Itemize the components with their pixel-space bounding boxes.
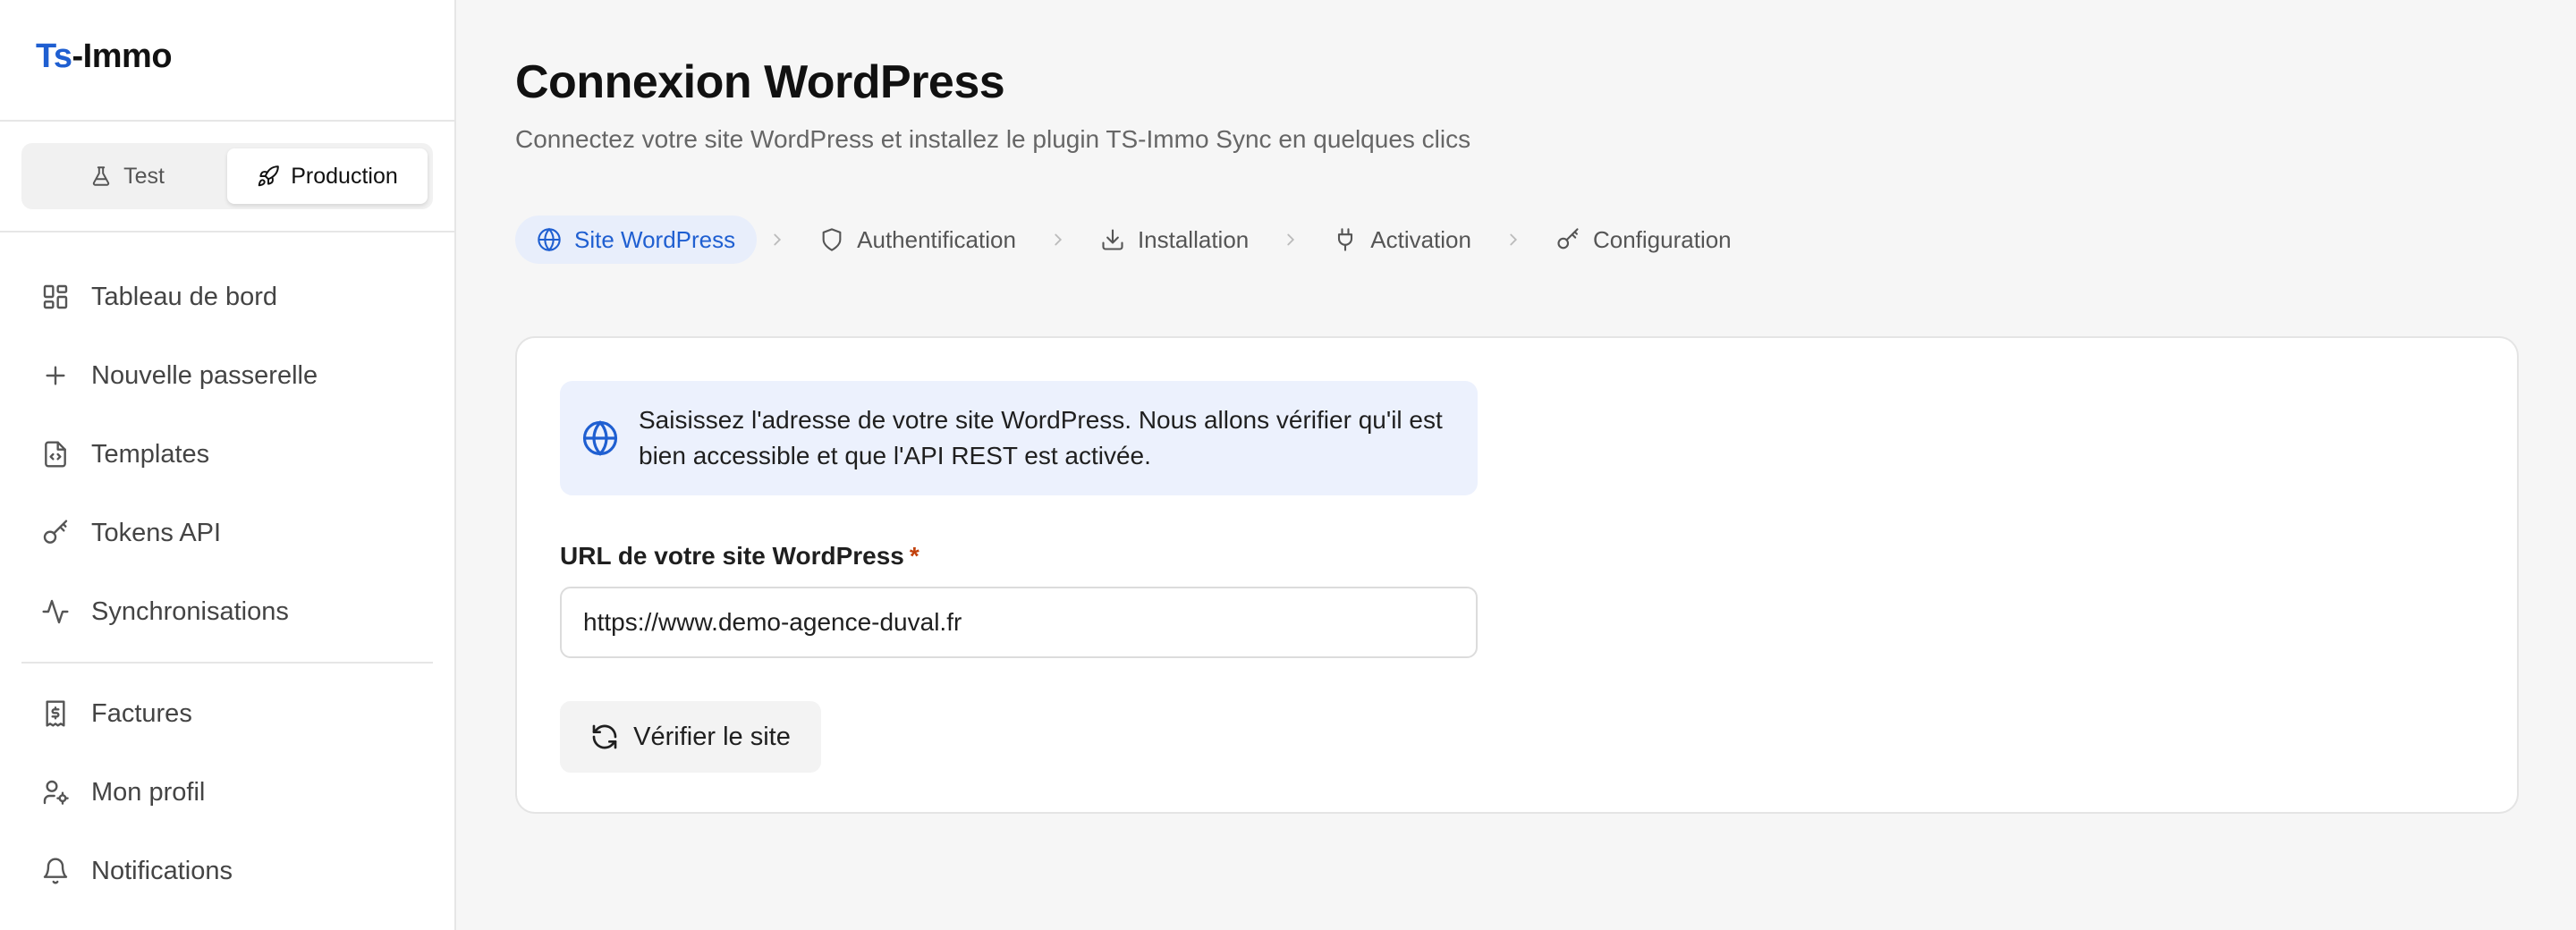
- step-installation[interactable]: Installation: [1079, 216, 1270, 264]
- sidebar-item-label: Tableau de bord: [91, 282, 277, 311]
- app-logo[interactable]: Ts-Immo: [36, 38, 173, 76]
- rocket-icon: [258, 165, 280, 187]
- sidebar-item-label: Templates: [91, 439, 210, 469]
- chevron-right-icon: [774, 233, 782, 246]
- sidebar-item-label: Tokens API: [91, 518, 222, 547]
- sidebar-item-label: Notifications: [91, 856, 233, 885]
- url-input[interactable]: [560, 587, 1478, 658]
- env-test-button[interactable]: Test: [27, 148, 227, 204]
- step-label: Installation: [1137, 225, 1250, 253]
- step-configuration[interactable]: Configuration: [1534, 216, 1753, 264]
- info-banner: Saisissez l'adresse de votre site WordPr…: [560, 381, 1478, 495]
- sidebar-item-templates[interactable]: Templates: [21, 423, 433, 486]
- chevron-right-icon: [1055, 233, 1062, 246]
- globe-icon: [582, 420, 618, 456]
- bell-icon: [43, 858, 68, 884]
- logo-divider: [0, 120, 454, 122]
- sidebar-item-tokens-api[interactable]: Tokens API: [21, 502, 433, 564]
- logo-suffix: -Immo: [72, 38, 173, 75]
- verify-site-label: Vérifier le site: [633, 722, 791, 751]
- key-icon: [43, 520, 68, 544]
- activity-icon: [42, 599, 69, 624]
- env-production-button[interactable]: Production: [227, 148, 428, 204]
- sidebar-item-dashboard[interactable]: Tableau de bord: [21, 266, 433, 328]
- sidebar: Ts-Immo Test Production Tableau de bord …: [0, 0, 456, 930]
- step-activation[interactable]: Activation: [1311, 216, 1493, 264]
- url-field-label: URL de votre site WordPress *: [560, 542, 919, 571]
- env-production-label: Production: [291, 163, 398, 189]
- verify-site-button[interactable]: Vérifier le site: [560, 701, 821, 773]
- sidebar-item-label: Mon profil: [91, 777, 206, 807]
- shield-icon: [822, 228, 842, 251]
- logo-prefix: Ts: [36, 38, 72, 75]
- environment-divider: [0, 231, 454, 232]
- step-site-wordpress[interactable]: Site WordPress: [515, 216, 758, 264]
- step-label: Configuration: [1592, 225, 1732, 253]
- sidebar-item-synchronisations[interactable]: Synchronisations: [21, 580, 433, 643]
- sidebar-divider: [21, 662, 433, 664]
- url-label-text: URL de votre site WordPress: [560, 542, 904, 570]
- flask-icon: [92, 166, 110, 186]
- user-cog-icon: [43, 780, 69, 805]
- env-test-label: Test: [123, 163, 165, 189]
- chevron-right-icon: [1287, 233, 1295, 246]
- wordpress-site-card: Saisissez l'adresse de votre site WordPr…: [515, 336, 2519, 814]
- main-content: Connexion WordPress Connectez votre site…: [458, 0, 2576, 930]
- page-subtitle: Connectez votre site WordPress et instal…: [515, 125, 1471, 153]
- download-icon: [1102, 229, 1123, 250]
- environment-switch: Test Production: [21, 143, 433, 209]
- sidebar-item-invoices[interactable]: Factures: [21, 682, 433, 745]
- dashboard-icon: [43, 284, 68, 309]
- chevron-right-icon: [1510, 233, 1518, 246]
- sidebar-item-notifications[interactable]: Notifications: [21, 840, 433, 902]
- plus-icon: [46, 366, 65, 385]
- step-label: Site WordPress: [574, 225, 736, 253]
- key-icon: [1557, 228, 1579, 249]
- refresh-icon: [592, 724, 617, 749]
- sidebar-item-label: Nouvelle passerelle: [91, 360, 318, 390]
- sidebar-item-profile[interactable]: Mon profil: [21, 761, 433, 824]
- step-authentification[interactable]: Authentification: [798, 216, 1038, 264]
- step-label: Authentification: [857, 225, 1016, 253]
- sidebar-item-new-gateway[interactable]: Nouvelle passerelle: [21, 344, 433, 407]
- sidebar-item-label: Factures: [91, 698, 192, 728]
- globe-icon: [538, 227, 561, 252]
- step-label: Activation: [1370, 225, 1471, 253]
- required-mark: *: [909, 542, 919, 570]
- info-text: Saisissez l'adresse de votre site WordPr…: [639, 406, 1443, 469]
- file-code-icon: [45, 441, 66, 468]
- page-title: Connexion WordPress: [515, 56, 1005, 108]
- sidebar-item-label: Synchronisations: [91, 596, 289, 626]
- wizard-steps: Site WordPress Authentification Installa…: [515, 215, 1753, 265]
- invoice-icon: [46, 700, 65, 727]
- plug-icon: [1338, 228, 1353, 251]
